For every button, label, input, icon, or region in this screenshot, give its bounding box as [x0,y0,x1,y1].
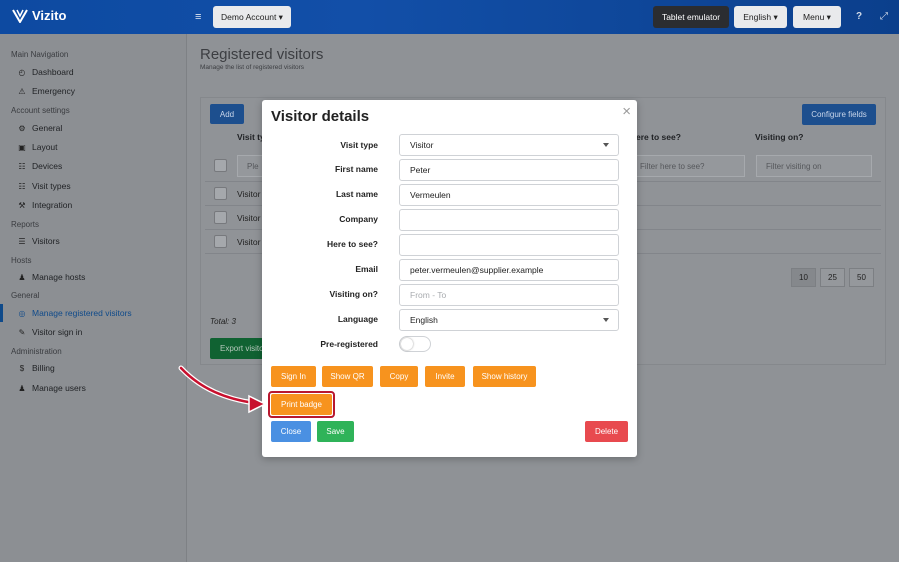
annotation-arrow-icon [178,365,267,414]
